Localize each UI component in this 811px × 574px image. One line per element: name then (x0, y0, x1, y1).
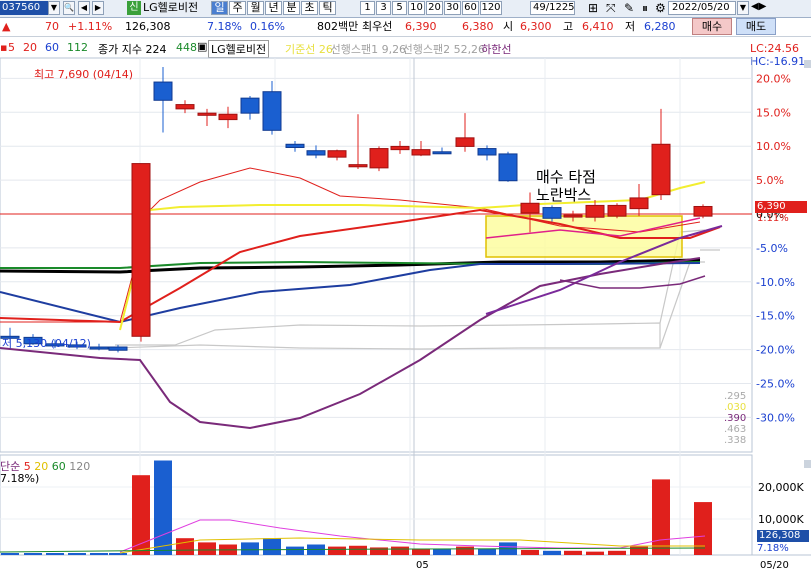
ichimoku-cloud-line (114, 322, 661, 350)
candle-body (369, 148, 389, 169)
lower-band-line (0, 257, 701, 430)
candle-body (197, 112, 217, 116)
candle-body (651, 143, 671, 196)
volume-bar (349, 545, 367, 555)
price-axis-label: -5.0% (756, 242, 788, 255)
candle-body (153, 81, 173, 101)
candle-body (175, 104, 195, 110)
price-axis-label: -25.0% (756, 378, 795, 391)
volume-bar (543, 550, 561, 555)
candle-body (89, 346, 109, 350)
high-note: 최고 7,690 (04/14) (34, 68, 134, 81)
volume-bar (652, 479, 670, 555)
volume-bar (286, 546, 304, 555)
volume-axis-label: 20,000K (758, 481, 804, 494)
volume-legend-sub: 7.18%) (0, 472, 40, 485)
side-value: .390 (724, 413, 747, 424)
volume-bar (109, 553, 127, 555)
candle-body (348, 164, 368, 168)
volume-bar (608, 550, 626, 555)
volume-bar (456, 546, 474, 555)
price-axis-label: -15.0% (756, 310, 795, 323)
side-value: .295 (724, 391, 747, 402)
price-tag: 6,390 (755, 201, 807, 213)
volume-bar (1, 553, 19, 555)
candle-body (285, 143, 305, 148)
candle-body (131, 163, 151, 337)
price-axis-label: 5.0% (756, 174, 784, 187)
volume-bar (132, 475, 150, 555)
volume-scroll-handle (804, 460, 811, 468)
candle-body (542, 207, 562, 219)
volume-pct-tag: 7.18% (757, 543, 789, 554)
volume-tag: 126,308 (757, 530, 809, 542)
side-value: .030 (724, 402, 747, 413)
volume-bar (586, 551, 604, 555)
volume-bar (198, 542, 216, 555)
candle-body (498, 153, 518, 182)
candle-body (455, 137, 475, 147)
volume-bar (521, 549, 539, 555)
buy-zone-box (485, 215, 683, 258)
candle-body (477, 148, 497, 156)
candle-body (563, 214, 583, 218)
candle-body (432, 151, 452, 155)
ichimoku-cloud-edge (659, 261, 705, 349)
volume-bar (90, 553, 108, 555)
candle-body (411, 149, 431, 156)
pct-tag: 1.11% (757, 213, 789, 224)
box-subtitle: 노란박스 (536, 186, 592, 204)
price-scroll-handle (804, 60, 811, 68)
candle-body (262, 91, 282, 131)
candle-body (108, 346, 128, 351)
side-values: .295.030.390.463.338 (724, 391, 746, 446)
side-value: .463 (724, 424, 747, 435)
volume-bar (328, 546, 346, 555)
price-axis-label: 15.0% (756, 106, 791, 119)
volume-bar (46, 553, 64, 555)
price-chart[interactable]: 20.0%15.0%10.0%5.0%0.0%-5.0%-10.0%-15.0%… (0, 0, 811, 574)
x-tick: 05 (416, 560, 429, 571)
side-value: .338 (724, 435, 747, 446)
volume-axis-label: 10,000K (758, 513, 804, 526)
volume-bar (154, 460, 172, 555)
candle-body (390, 145, 410, 151)
candle-body (218, 113, 238, 121)
volume-bar (412, 548, 430, 555)
volume-legend-item: 60 (51, 460, 70, 473)
volume-bar (433, 548, 451, 555)
price-axis-label: 10.0% (756, 140, 791, 153)
price-axis-label: -20.0% (756, 344, 795, 357)
low-note: 저 5,130 (04/12) (2, 337, 91, 350)
volume-bar (694, 502, 712, 555)
volume-legend-item: 120 (69, 460, 91, 473)
volume-bar (478, 548, 496, 555)
volume-bar (176, 538, 194, 555)
candle-body (693, 205, 713, 217)
candle-body (240, 97, 260, 114)
candle-body (629, 197, 649, 210)
volume-bar (24, 553, 42, 555)
x-end-label: 05/20 (760, 560, 789, 571)
price-axis-label: -30.0% (756, 411, 795, 424)
candle-body (607, 204, 627, 217)
volume-bar (391, 546, 409, 555)
price-axis-label: 20.0% (756, 72, 791, 85)
candle-body (327, 150, 347, 158)
volume-bar (263, 538, 281, 555)
volume-bar (370, 547, 388, 555)
volume-bar (564, 550, 582, 555)
volume-bar (68, 553, 86, 555)
price-axis-label: -10.0% (756, 276, 795, 289)
candle-body (585, 204, 605, 218)
candle-body (306, 150, 326, 156)
volume-bar (241, 542, 259, 555)
